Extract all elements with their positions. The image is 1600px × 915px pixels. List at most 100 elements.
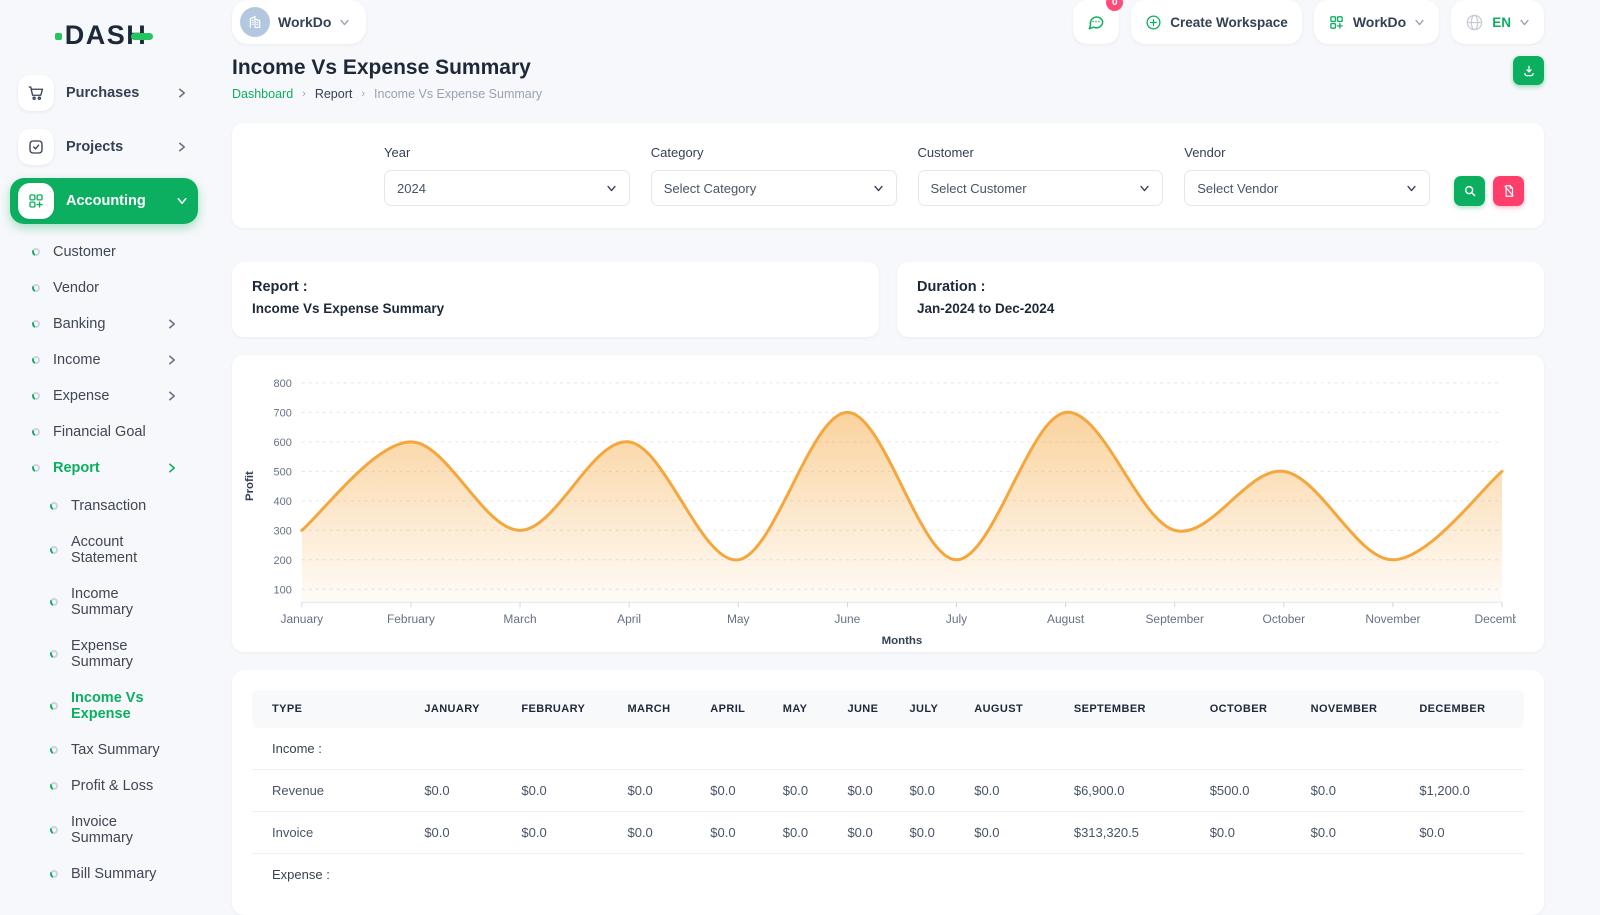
breadcrumb-report[interactable]: Report [315,87,353,101]
sidebar-item-expense[interactable]: Expense [24,378,188,414]
year-select-value: 2024 [397,181,426,196]
sidebar-item-vendor[interactable]: Vendor [24,270,188,306]
table-header-cell: MAY [775,690,840,728]
main-nav: Purchases Projects Accounting [0,70,208,900]
workdo-menu-button[interactable]: WorkDo [1314,0,1439,44]
year-select[interactable]: 2024 [384,170,630,206]
income-expense-chart: 100200300400500600700800JanuaryFebruaryM… [240,361,1516,650]
customer-label: Customer [918,145,1164,160]
table-cell: $0.0 [1303,812,1412,854]
vendor-label: Vendor [1184,145,1430,160]
income-expense-table: TYPEJANUARYFEBRUARYMARCHAPRILMAYJUNEJULY… [252,690,1524,895]
bullet-icon [32,248,40,256]
sidebar-item-profit-loss[interactable]: Profit & Loss [42,768,188,804]
filter-group-year: Year 2024 [384,145,630,206]
create-workspace-label: Create Workspace [1170,15,1288,30]
table-header-cell: OCTOBER [1202,690,1303,728]
language-selector[interactable]: EN [1451,0,1544,44]
svg-text:September: September [1145,612,1203,626]
sidebar: DASH Purchases Projects [0,0,208,900]
sidebar-item-label: Income Summary [71,586,178,618]
sidebar-item-report[interactable]: Report [24,450,188,486]
sidebar-item-label: Account Statement [71,534,178,566]
table-cell: $0.0 [839,812,901,854]
sidebar-item-income[interactable]: Income [24,342,188,378]
download-icon [1522,64,1536,78]
sidebar-item-tax-summary[interactable]: Tax Summary [42,732,188,768]
sidebar-item-banking[interactable]: Banking [24,306,188,342]
sidebar-item-purchases[interactable]: Purchases [10,70,198,116]
sidebar-item-income-vs-expense[interactable]: Income Vs Expense [42,680,188,732]
create-workspace-button[interactable]: Create Workspace [1131,0,1302,44]
svg-text:August: August [1047,612,1085,626]
table-cell: $0.0 [966,770,1066,812]
bullet-icon [50,702,58,710]
svg-text:Profit: Profit [244,471,256,501]
section-label: Expense : [252,854,1524,896]
sidebar-item-account-statement[interactable]: Account Statement [42,524,188,576]
duration-card-value: Jan-2024 to Dec-2024 [917,301,1524,316]
bullet-icon [50,746,58,754]
sidebar-item-label: Customer [53,244,178,260]
sidebar-item-label: Report [53,460,153,476]
table-cell: $6,900.0 [1066,770,1202,812]
svg-text:December: December [1474,612,1516,626]
brand-logo[interactable]: DASH [0,14,208,56]
sidebar-item-bill-summary[interactable]: Bill Summary [42,856,188,892]
sidebar-item-label: Projects [66,139,164,155]
vendor-select[interactable]: Select Vendor [1184,170,1430,206]
chevron-down-icon [1406,183,1417,194]
svg-text:July: July [946,612,967,626]
customer-select[interactable]: Select Customer [918,170,1164,206]
sidebar-item-accounting[interactable]: Accounting [10,178,198,224]
page-title: Income Vs Expense Summary [232,56,542,80]
sidebar-item-financial-goal[interactable]: Financial Goal [24,414,188,450]
table-header-cell: DECEMBER [1411,690,1524,728]
table-header-cell: AUGUST [966,690,1066,728]
chevron-right-icon [166,354,178,366]
table-cell: $500.0 [1202,770,1303,812]
sidebar-item-label: Transaction [71,498,178,514]
table-header-cell: SEPTEMBER [1066,690,1202,728]
table-cell: $0.0 [619,812,702,854]
sidebar-item-transaction[interactable]: Transaction [42,488,188,524]
download-button[interactable] [1513,56,1544,85]
svg-text:200: 200 [274,555,292,567]
workspace-selector[interactable]: WorkDo [232,0,366,44]
bullet-icon [50,826,58,834]
table-cell: $0.0 [702,770,774,812]
sidebar-item-product-stock[interactable]: Product Stock [42,892,188,900]
sidebar-item-label: Expense [53,388,153,404]
sidebar-item-customer[interactable]: Customer [24,234,188,270]
bullet-icon [50,870,58,878]
reset-filter-button[interactable] [1493,176,1524,206]
sidebar-item-income-summary[interactable]: Income Summary [42,576,188,628]
table-cell: $0.0 [1303,770,1412,812]
table-header-cell: JANUARY [416,690,513,728]
category-select[interactable]: Select Category [651,170,897,206]
workdo-menu-label: WorkDo [1353,14,1406,30]
page-header: Income Vs Expense Summary Dashboard › Re… [232,56,1544,101]
table-cell: $0.0 [416,770,513,812]
category-select-value: Select Category [664,181,757,196]
brand-logo-dash [131,33,153,40]
chart-svg: 100200300400500600700800JanuaryFebruaryM… [240,361,1516,650]
apply-filter-button[interactable] [1454,176,1485,206]
breadcrumb-dashboard[interactable]: Dashboard [232,87,293,101]
filter-card: Year 2024 Category Select Category Custo… [232,123,1544,228]
sidebar-item-expense-summary[interactable]: Expense Summary [42,628,188,680]
chevron-down-icon [1519,17,1530,28]
workspace-name: WorkDo [278,14,331,30]
chat-icon [1086,12,1106,32]
table-row: Revenue$0.0$0.0$0.0$0.0$0.0$0.0$0.0$0.0$… [252,770,1524,812]
sidebar-item-projects[interactable]: Projects [10,124,198,170]
svg-text:April: April [617,612,641,626]
sidebar-item-label: Accounting [66,193,164,209]
table-cell: $0.0 [1202,812,1303,854]
chevron-down-icon [1414,17,1425,28]
messages-button[interactable]: 0 [1073,0,1119,44]
grid-icon [18,183,54,219]
chevron-right-icon [176,141,188,153]
sidebar-item-invoice-summary[interactable]: Invoice Summary [42,804,188,856]
chevron-down-icon [873,183,884,194]
